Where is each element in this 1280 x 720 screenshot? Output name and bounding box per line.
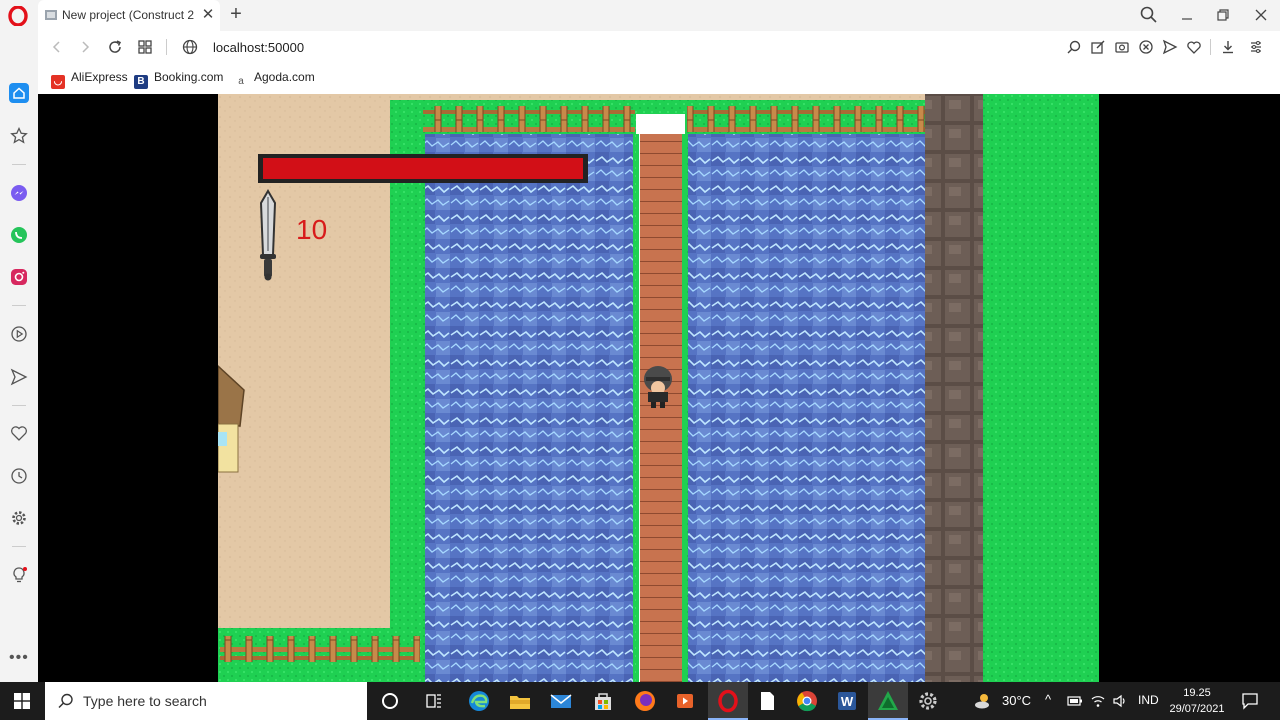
edit-icon[interactable] [1090, 39, 1106, 55]
separator [12, 546, 26, 547]
minimize-icon[interactable] [1176, 4, 1198, 26]
taskbar-search-box[interactable]: Type here to search [45, 682, 367, 720]
volume-icon[interactable] [1112, 694, 1128, 708]
taskbar-opera-active[interactable] [708, 682, 748, 720]
reload-icon[interactable] [106, 38, 124, 56]
weather-temperature[interactable]: 30°C [1002, 693, 1031, 708]
svg-text:W: W [841, 694, 854, 709]
messenger-icon[interactable] [9, 183, 29, 203]
booking-icon: B [134, 75, 148, 89]
separator [12, 405, 26, 406]
wifi-icon[interactable] [1090, 694, 1106, 708]
bookmark-agoda[interactable]: a Agoda.com [234, 70, 315, 89]
battery-icon[interactable] [1067, 694, 1083, 708]
cortana-icon[interactable] [377, 688, 403, 714]
agoda-icon: a [234, 75, 248, 89]
firefox-icon[interactable] [632, 688, 658, 714]
clock-date: 29/07/2021 [1169, 703, 1225, 715]
notifications-icon[interactable] [1240, 691, 1260, 711]
aliexpress-icon: ◡ [51, 75, 65, 89]
search-icon [58, 693, 73, 709]
ad-block-icon[interactable] [1138, 39, 1154, 55]
construct-favicon-icon [45, 10, 57, 20]
separator [12, 305, 26, 306]
bookmark-aliexpress[interactable]: ◡ AliExpress [51, 70, 128, 89]
page-viewport: 10 [38, 94, 1280, 682]
globe-icon[interactable] [181, 38, 199, 56]
word-icon[interactable]: W [834, 688, 860, 714]
taskbar-construct-active[interactable] [868, 682, 908, 720]
flow-icon[interactable] [9, 367, 29, 387]
opera-icon [718, 689, 738, 713]
search-tabs-icon[interactable] [1138, 4, 1160, 26]
edge-icon[interactable] [466, 688, 492, 714]
separator [12, 164, 26, 165]
camera-icon[interactable] [1114, 39, 1130, 55]
player-icon[interactable] [9, 324, 29, 344]
separator [166, 39, 167, 55]
system-clock[interactable]: 19.25 29/07/2021 [1166, 685, 1228, 717]
easy-setup-icon[interactable] [1248, 39, 1264, 55]
input-language[interactable]: IND [1138, 693, 1159, 707]
settings-gear-icon[interactable] [9, 508, 29, 528]
back-icon[interactable] [48, 38, 66, 56]
task-view-icon[interactable] [421, 688, 447, 714]
chrome-icon[interactable] [794, 688, 820, 714]
file-explorer-icon[interactable] [507, 688, 533, 714]
more-icon[interactable]: ••• [9, 649, 29, 667]
settings-icon[interactable] [915, 688, 941, 714]
weather-icon[interactable] [972, 690, 994, 712]
bookmark-label: Agoda.com [254, 70, 315, 84]
weapon-count: 10 [296, 214, 328, 245]
lightbulb-icon[interactable] [9, 565, 29, 585]
speed-dial-icon[interactable] [136, 38, 154, 56]
game-canvas[interactable]: 10 [218, 94, 1099, 682]
player-character [644, 366, 672, 408]
separator [1210, 39, 1211, 55]
search-placeholder: Type here to search [83, 693, 207, 709]
windows-taskbar: Type here to search W 30°C ^ IND 19.25 2… [0, 682, 1280, 720]
new-tab-button[interactable]: + [226, 3, 246, 25]
favorites-heart-icon[interactable] [9, 423, 29, 443]
address-bar: localhost:50000 [38, 31, 1280, 63]
tab-title: New project (Construct 2 p [62, 8, 198, 22]
forward-icon[interactable] [76, 38, 94, 56]
send-icon[interactable] [1162, 39, 1178, 55]
store-icon[interactable] [590, 688, 616, 714]
bookmark-label: AliExpress [71, 70, 128, 84]
browser-tab[interactable]: New project (Construct 2 p ✕ [38, 0, 220, 31]
bookmark-label: Booking.com [154, 70, 224, 84]
tab-close-icon[interactable]: ✕ [200, 6, 216, 24]
instagram-icon[interactable] [9, 267, 29, 287]
close-window-icon[interactable] [1250, 4, 1272, 26]
download-icon[interactable] [1220, 39, 1236, 55]
windows-start-icon[interactable] [14, 693, 30, 709]
star-icon[interactable] [9, 126, 29, 146]
search-page-icon[interactable] [1066, 39, 1082, 55]
opera-logo-icon[interactable] [8, 6, 28, 26]
opera-sidebar: ••• [0, 31, 38, 682]
bookmarks-bar: ◡ AliExpress B Booking.com a Agoda.com [38, 63, 1280, 94]
home-icon[interactable] [9, 83, 29, 103]
restore-icon[interactable] [1212, 4, 1234, 26]
media-player-icon[interactable] [672, 688, 698, 714]
bookmark-booking[interactable]: B Booking.com [134, 70, 224, 89]
title-bar: New project (Construct 2 p ✕ + [0, 0, 1280, 31]
health-bar-fill [263, 158, 583, 179]
whatsapp-icon[interactable] [9, 225, 29, 245]
health-bar [258, 154, 588, 183]
mail-icon[interactable] [548, 688, 574, 714]
tray-chevron-icon[interactable]: ^ [1045, 692, 1051, 707]
knife-icon [259, 189, 277, 281]
url-field[interactable]: localhost:50000 [213, 40, 304, 55]
construct-icon [878, 691, 898, 710]
notepad-icon[interactable] [754, 688, 780, 714]
heart-icon[interactable] [1186, 39, 1202, 55]
clock-time: 19.25 [1183, 687, 1211, 699]
history-icon[interactable] [9, 466, 29, 486]
